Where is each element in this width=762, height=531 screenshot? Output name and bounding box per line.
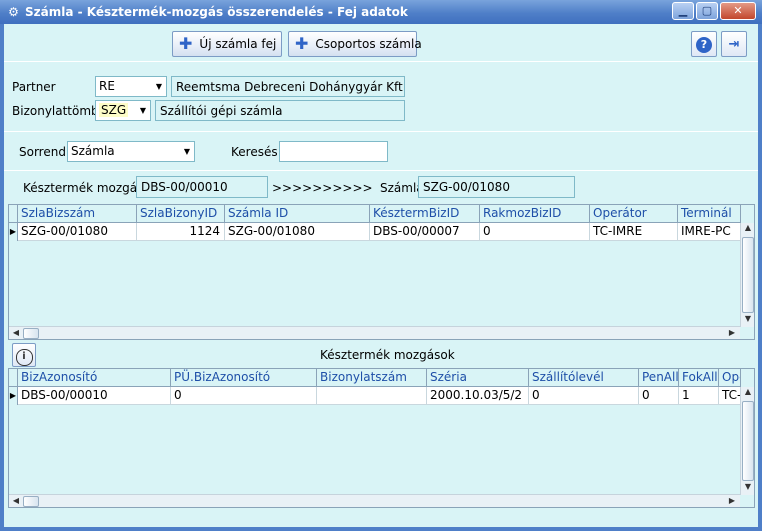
table-cell[interactable]: 0	[529, 387, 639, 405]
table-cell[interactable]: SZG-00/01080	[18, 223, 137, 241]
table-cell[interactable]: TC-IM	[719, 387, 741, 405]
movements-grid[interactable]: BizAzonosító PÜ.BizAzonosító Bizonylatsz…	[8, 368, 755, 508]
column-header[interactable]: PÜ.BizAzonosító	[171, 369, 317, 387]
column-header[interactable]: Széria	[427, 369, 529, 387]
grid-header-indicator	[9, 369, 18, 387]
group-invoice-button[interactable]: ✚ Csoportos számla	[288, 31, 422, 57]
minimize-button[interactable]: ▁	[672, 2, 694, 20]
exit-door-icon: ⇥	[728, 37, 740, 52]
close-button[interactable]: ✕	[720, 2, 756, 20]
table-cell[interactable]: 0	[171, 387, 317, 405]
column-header[interactable]: FokAll	[679, 369, 719, 387]
question-icon: ?	[696, 37, 712, 53]
column-header[interactable]: PenAll	[639, 369, 679, 387]
info-icon: i	[15, 349, 33, 366]
order-value: Számla	[71, 144, 115, 158]
table-cell[interactable]: DBS-00/00007	[370, 223, 480, 241]
column-header[interactable]: Számla ID	[225, 205, 370, 223]
scroll-right-icon[interactable]: ▶	[725, 496, 739, 505]
column-header[interactable]: SzlaBizszám	[18, 205, 137, 223]
table-cell[interactable]: 1124	[137, 223, 225, 241]
scroll-thumb[interactable]	[742, 237, 754, 313]
partner-code-value: RE	[99, 79, 115, 93]
table-cell[interactable]: IMRE-PC	[678, 223, 741, 241]
new-invoice-label: Új számla fej	[199, 37, 277, 51]
window-frame-right	[758, 24, 762, 531]
column-header[interactable]: Oper	[719, 369, 741, 387]
column-header[interactable]: Terminál	[678, 205, 741, 223]
scroll-left-icon[interactable]: ◀	[9, 328, 23, 337]
app-icon: ⚙	[8, 5, 19, 19]
column-header[interactable]: KésztermBizID	[370, 205, 480, 223]
window-frame-bottom	[0, 527, 762, 531]
maximize-button[interactable]: ▢	[696, 2, 718, 20]
exit-button[interactable]: ⇥	[721, 31, 747, 57]
partner-name-field: Reemtsma Debreceni Dohánygyár Kft	[171, 76, 405, 97]
plus-icon: ✚	[179, 34, 193, 53]
row-pointer-icon: ▶	[9, 387, 18, 405]
scroll-thumb[interactable]	[742, 401, 754, 481]
filter-separator	[4, 170, 758, 171]
scroll-right-icon[interactable]: ▶	[725, 328, 739, 337]
table-cell[interactable]: 1	[679, 387, 719, 405]
movement-field: DBS-00/00010	[136, 176, 268, 198]
column-header[interactable]: SzlaBizonyID	[137, 205, 225, 223]
search-input[interactable]	[279, 141, 388, 162]
scroll-thumb[interactable]	[23, 496, 39, 507]
grid-header-indicator	[9, 205, 18, 223]
table-cell[interactable]: 0	[480, 223, 590, 241]
doc-block-select[interactable]: SZG ▼	[95, 100, 151, 121]
info-button[interactable]: i	[12, 343, 36, 367]
movements-title: Késztermék mozgások	[320, 348, 455, 362]
scroll-up-icon[interactable]: ▲	[741, 223, 754, 232]
scroll-left-icon[interactable]: ◀	[9, 496, 23, 505]
link-arrows: >>>>>>>>>>	[272, 181, 373, 195]
invoice-grid[interactable]: SzlaBizszám SzlaBizonyID Számla ID Készt…	[8, 204, 755, 340]
scroll-thumb[interactable]	[23, 328, 39, 339]
chevron-down-icon: ▼	[183, 147, 190, 156]
column-header[interactable]: RakmozBizID	[480, 205, 590, 223]
column-header[interactable]: Operátor	[590, 205, 678, 223]
order-label: Sorrend	[19, 145, 66, 159]
table-cell[interactable]: DBS-00/00010	[18, 387, 171, 405]
window-titlebar[interactable]: ⚙ Számla - Késztermék-mozgás összerendel…	[0, 0, 762, 24]
column-header[interactable]: Bizonylatszám	[317, 369, 427, 387]
partner-label: Partner	[12, 80, 56, 94]
new-invoice-button[interactable]: ✚ Új számla fej	[172, 31, 282, 57]
invoice-field: SZG-00/01080	[418, 176, 575, 198]
help-button[interactable]: ?	[691, 31, 717, 57]
row-pointer-icon: ▶	[9, 223, 18, 241]
horizontal-scrollbar[interactable]: ◀ ▶	[9, 326, 740, 339]
table-cell[interactable]: SZG-00/01080	[225, 223, 370, 241]
vertical-scrollbar[interactable]: ▲ ▼	[740, 223, 754, 327]
scroll-down-icon[interactable]: ▼	[741, 482, 754, 491]
chevron-down-icon: ▼	[155, 82, 162, 91]
header-separator	[4, 131, 758, 132]
scroll-up-icon[interactable]: ▲	[741, 387, 754, 396]
table-cell[interactable]	[317, 387, 427, 405]
plus-icon: ✚	[295, 34, 309, 53]
doc-block-label: Bizonylattömb	[12, 104, 99, 118]
doc-block-name-field: Szállítói gépi számla	[155, 100, 405, 121]
table-cell[interactable]: 0	[639, 387, 679, 405]
chevron-down-icon: ▼	[139, 106, 146, 115]
vertical-scrollbar[interactable]: ▲ ▼	[740, 387, 754, 495]
toolbar-separator	[4, 61, 758, 62]
window-frame-left	[0, 24, 4, 531]
window-title: Számla - Késztermék-mozgás összerendelés…	[25, 5, 408, 19]
movement-label: Késztermék mozgás	[23, 181, 144, 195]
scroll-down-icon[interactable]: ▼	[741, 314, 754, 323]
table-cell[interactable]: TC-IMRE	[590, 223, 678, 241]
column-header[interactable]: Szállítólevél	[529, 369, 639, 387]
doc-block-code-value: SZG	[99, 103, 129, 117]
partner-code-select[interactable]: RE ▼	[95, 76, 167, 97]
order-select[interactable]: Számla ▼	[67, 141, 195, 162]
table-cell[interactable]: 2000.10.03/5/2	[427, 387, 529, 405]
search-label: Keresés	[231, 145, 278, 159]
group-invoice-label: Csoportos számla	[315, 37, 422, 51]
horizontal-scrollbar[interactable]: ◀ ▶	[9, 494, 740, 507]
column-header[interactable]: BizAzonosító	[18, 369, 171, 387]
